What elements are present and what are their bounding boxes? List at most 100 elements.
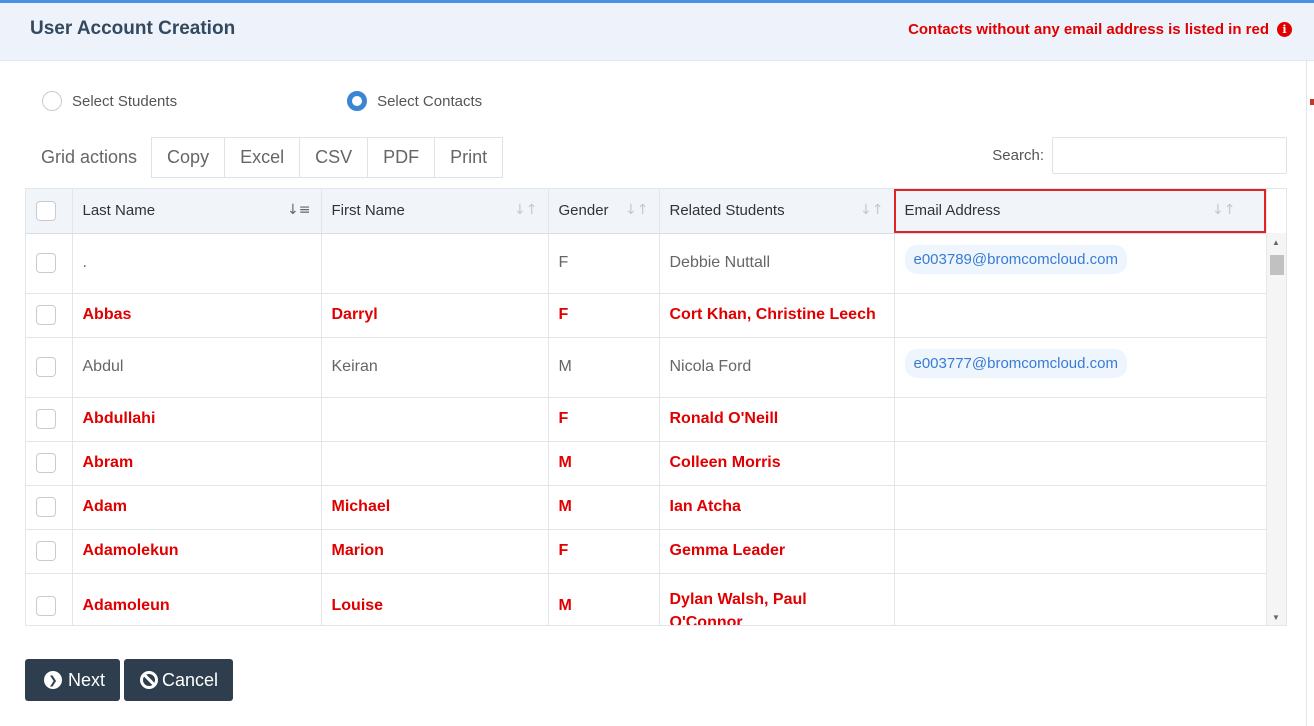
row-checkbox[interactable] [36, 541, 56, 561]
column-label: Email Address [904, 202, 1001, 220]
print-button[interactable]: Print [435, 137, 504, 178]
sort-icon[interactable]: ↓↑ [860, 202, 883, 218]
next-label: Next [68, 669, 106, 690]
cell-last-name-text: Abram [82, 454, 134, 471]
cell-last-name: Adamolekun [72, 529, 322, 574]
scroll-up-arrow-icon[interactable]: ▲ [1272, 238, 1280, 247]
row-checkbox[interactable] [36, 305, 56, 325]
table-row[interactable]: Abram M Colleen Morris [26, 441, 1267, 486]
cell-first-name: Louise [321, 573, 549, 625]
cell-first-name: Marion [321, 529, 549, 574]
cell-first-name-text: Michael [331, 498, 391, 515]
table-row[interactable]: . F Debbie Nuttall e003789@bromcomcloud.com [26, 233, 1267, 294]
cell-gender-text: F [558, 410, 569, 427]
table-body: . F Debbie Nuttall e003789@bromcomcloud.com… [26, 233, 1267, 626]
column-label: First Name [331, 202, 405, 220]
cell-email-address [894, 573, 1267, 625]
cancel-label: Cancel [162, 669, 219, 690]
cell-gender-text: M [558, 454, 572, 471]
row-checkbox[interactable] [36, 497, 56, 517]
row-checkbox[interactable] [36, 357, 56, 377]
row-checkbox[interactable] [36, 453, 56, 473]
cell-related-students-text: Dylan Walsh, Paul O'Connor [669, 591, 807, 626]
cell-email-address: e003777@bromcomcloud.com [894, 337, 1267, 398]
sort-ascending-icon[interactable]: ↓≡ [287, 202, 310, 218]
cell-last-name: Adam [72, 485, 322, 530]
notice-text: Contacts without any email address is li… [908, 21, 1269, 38]
column-header-first-name[interactable]: First Name ↓↑ [321, 189, 549, 234]
sort-icon[interactable]: ↓↑ [514, 202, 537, 218]
radio-select-students[interactable]: Select Students [42, 91, 177, 111]
cell-related-students: Ian Atcha [659, 485, 895, 530]
cell-checkbox [26, 337, 73, 398]
sort-icon[interactable]: ↓↑ [625, 202, 648, 218]
cell-checkbox [26, 485, 73, 530]
cell-related-students: Cort Khan, Christine Leech [659, 293, 895, 338]
select-all-header [26, 189, 73, 234]
radio-select-contacts[interactable]: Select Contacts [347, 91, 482, 111]
cell-gender-text: F [558, 306, 569, 323]
cell-checkbox [26, 233, 73, 294]
contacts-table: Last Name ↓≡ First Name ↓↑ Gender ↓↑ Relate… [26, 189, 1267, 626]
cell-gender-text: F [558, 542, 569, 559]
table-row[interactable]: Abbas Darryl F Cort Khan, Christine Leech [26, 293, 1267, 338]
radio-circle-checked[interactable] [347, 91, 368, 111]
cell-email-address: e003789@bromcomcloud.com [894, 233, 1267, 294]
email-address-link[interactable]: e003777@bromcomcloud.com [904, 348, 1127, 378]
cell-gender: M [548, 337, 660, 398]
cell-gender: M [548, 573, 660, 625]
table-row[interactable]: Abdullahi F Ronald O'Neill [26, 397, 1267, 442]
ban-icon [140, 671, 159, 689]
email-address-link[interactable]: e003789@bromcomcloud.com [904, 244, 1127, 274]
cell-gender: M [548, 441, 660, 486]
row-checkbox[interactable] [36, 409, 56, 429]
column-header-related-students[interactable]: Related Students ↓↑ [659, 189, 895, 234]
cell-last-name-text: Adamoleun [82, 597, 170, 614]
table-row[interactable]: Adamoleun Louise M Dylan Walsh, Paul O'Conn… [26, 573, 1267, 626]
cancel-button[interactable]: Cancel [124, 659, 234, 701]
cell-email-address [894, 529, 1267, 574]
radio-circle[interactable] [42, 91, 62, 111]
cell-related-students-text: Ronald O'Neill [669, 410, 779, 427]
cell-email-address [894, 485, 1267, 530]
cell-related-students-text: Gemma Leader [669, 542, 786, 559]
copy-button[interactable]: Copy [151, 137, 226, 178]
column-header-gender[interactable]: Gender ↓↑ [548, 189, 660, 234]
modal-title: User Account Creation [30, 18, 236, 39]
sort-icon[interactable]: ↓↑ [1212, 202, 1235, 218]
excel-button[interactable]: Excel [225, 137, 301, 178]
row-checkbox[interactable] [36, 253, 56, 273]
search-label: Search: [992, 147, 1044, 164]
grid-actions-toolbar: Grid actions Copy Excel CSV PDF Print [26, 137, 504, 178]
cell-checkbox [26, 293, 73, 338]
cell-checkbox [26, 573, 73, 625]
cell-first-name: Keiran [321, 337, 549, 398]
table-scrollbar[interactable]: ▲ ▼ [1266, 233, 1286, 625]
csv-button[interactable]: CSV [300, 137, 369, 178]
cell-related-students-text: Colleen Morris [669, 454, 781, 471]
cell-gender: F [548, 397, 660, 442]
cell-related-students: Colleen Morris [659, 441, 895, 486]
search-input[interactable] [1052, 137, 1287, 174]
table-row[interactable]: Abdul Keiran M Nicola Ford e003777@bromcomcl… [26, 337, 1267, 398]
cell-last-name-text: Abbas [82, 306, 132, 323]
table-row[interactable]: Adam Michael M Ian Atcha [26, 485, 1267, 530]
table-row[interactable]: Adamolekun Marion F Gemma Leader [26, 529, 1267, 574]
column-header-last-name[interactable]: Last Name ↓≡ [72, 189, 322, 234]
cell-related-students: Dylan Walsh, Paul O'Connor [659, 573, 895, 626]
scroll-down-arrow-icon[interactable]: ▼ [1272, 613, 1280, 622]
table-header-row: Last Name ↓≡ First Name ↓↑ Gender ↓↑ Relate… [26, 189, 1267, 234]
pdf-button[interactable]: PDF [368, 137, 436, 178]
row-checkbox[interactable] [36, 596, 56, 616]
select-all-checkbox[interactable] [36, 200, 56, 221]
cell-email-address [894, 293, 1267, 338]
cell-related-students-text: Debbie Nuttall [669, 254, 771, 271]
next-button[interactable]: ❯ Next [25, 659, 121, 701]
column-label: Gender [558, 202, 609, 220]
scrollbar-thumb[interactable] [1270, 255, 1284, 275]
cell-email-address [894, 397, 1267, 442]
modal-header: User Account Creation Contacts without a… [0, 3, 1314, 61]
column-header-email-address[interactable]: Email Address ↓↑ [894, 189, 1267, 234]
footer-actions: ❯ Next Cancel [25, 659, 237, 701]
cell-email-address [894, 441, 1267, 486]
